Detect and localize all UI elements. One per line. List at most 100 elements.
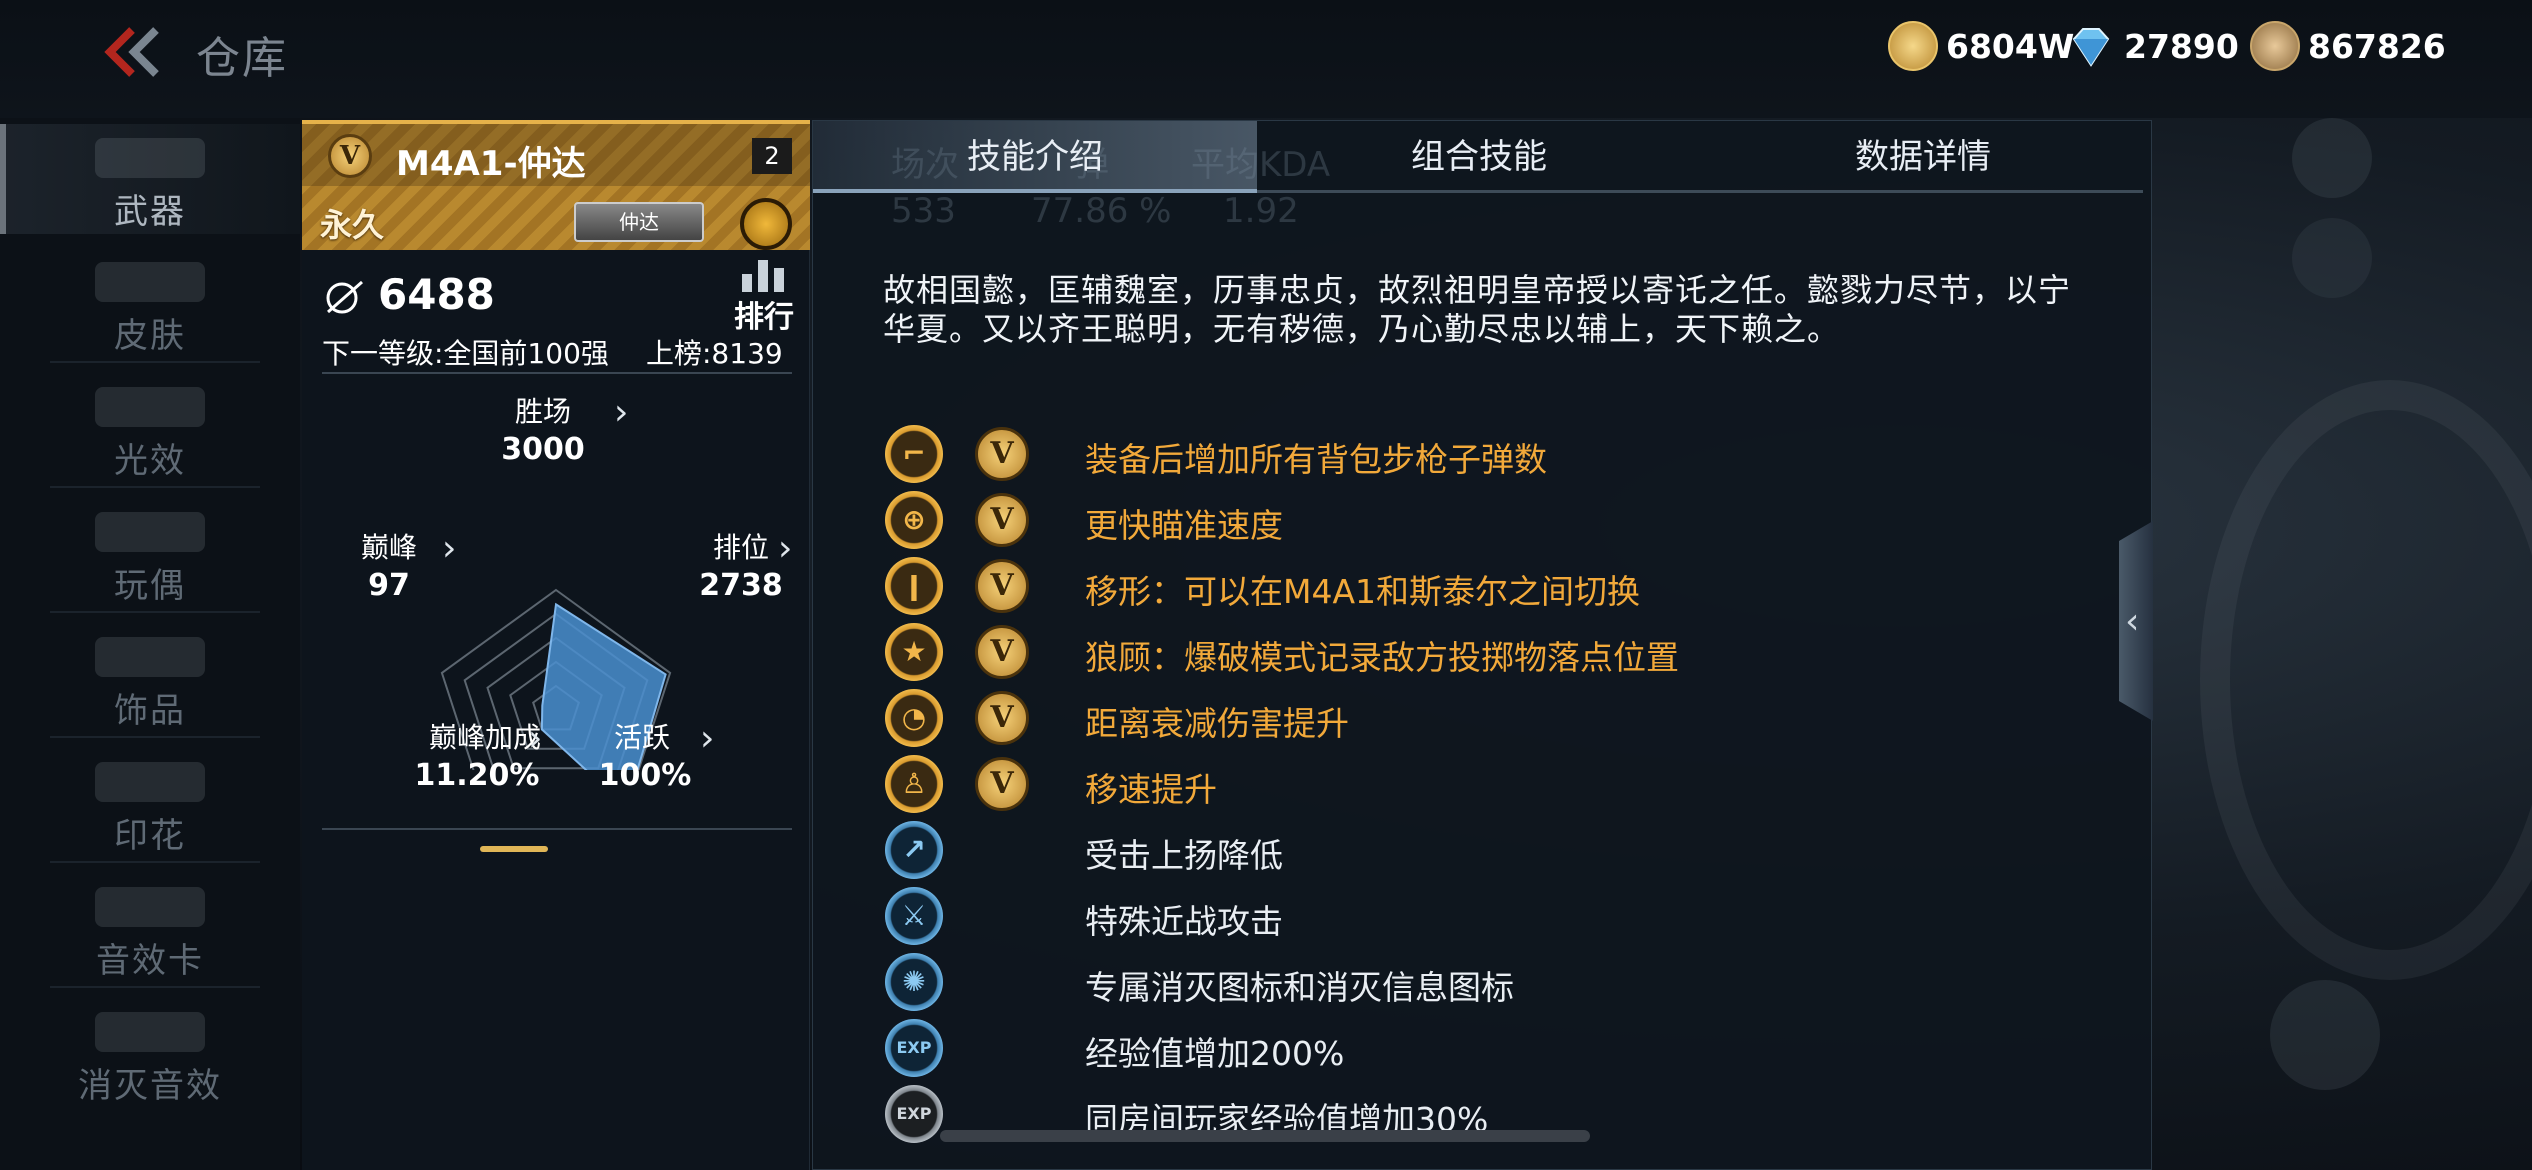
sidebar-item-label: 光效 bbox=[114, 441, 186, 481]
divider bbox=[322, 828, 792, 830]
skill-row: ⚔ 特殊近战攻击 bbox=[885, 883, 2085, 949]
chevron-right-icon[interactable]: › bbox=[700, 718, 714, 759]
weapon-score: 6488 bbox=[378, 270, 495, 319]
honor-amount: 867826 bbox=[2308, 26, 2446, 66]
score-row: 6488 排行 bbox=[322, 260, 794, 335]
skin-tag[interactable]: 仲达 bbox=[574, 202, 704, 242]
sidebar-item-decal[interactable]: 印花 bbox=[0, 748, 300, 858]
skill-row: ★ V 狼顾：爆破模式记录敌方投掷物落点位置 bbox=[885, 619, 2085, 685]
stat-label-win[interactable]: 胜场 bbox=[488, 394, 598, 430]
stat-value-active: 100% bbox=[598, 758, 692, 793]
v-badge-icon: V bbox=[975, 427, 1029, 481]
settings-icon[interactable] bbox=[2292, 118, 2372, 198]
gold-currency[interactable]: 6804W bbox=[1888, 18, 2074, 74]
exp-icon: EXP bbox=[885, 1019, 943, 1077]
skill-text: 狼顾：爆破模式记录敌方投掷物落点位置 bbox=[1085, 638, 1679, 677]
crosshair-icon: ⊕ bbox=[885, 491, 943, 549]
weapon-score-icon bbox=[326, 280, 363, 314]
sidebar-item-label: 皮肤 bbox=[114, 316, 186, 356]
skill-row: ǀ V 移形：可以在M4A1和斯泰尔之间切换 bbox=[885, 553, 2085, 619]
sidebar-item-sound-card[interactable]: 音效卡 bbox=[0, 873, 300, 983]
rank-button[interactable]: 排行 bbox=[734, 258, 794, 335]
sidebar-item-label: 印花 bbox=[114, 816, 186, 856]
rank-bars-icon bbox=[742, 260, 784, 292]
divider bbox=[50, 486, 260, 488]
stat-value-peak: 97 bbox=[368, 568, 410, 603]
sidebar-item-kill-sound[interactable]: 消灭音效 bbox=[0, 998, 300, 1108]
honor-currency[interactable]: 867826 bbox=[2250, 18, 2446, 74]
chevron-left-icon: ‹ bbox=[2125, 601, 2140, 642]
kill-sound-icon bbox=[95, 1012, 205, 1052]
doll-icon bbox=[95, 512, 205, 552]
stat-label-peak[interactable]: 巅峰 bbox=[344, 530, 434, 566]
star-icon: ★ bbox=[885, 623, 943, 681]
divider bbox=[50, 986, 260, 988]
skill-text: 距离衰减伤害提升 bbox=[1085, 704, 1349, 743]
v-badge-icon: V bbox=[975, 625, 1029, 679]
divider bbox=[322, 372, 792, 374]
sidebar-item-effect[interactable]: 光效 bbox=[0, 373, 300, 483]
aim-icon[interactable] bbox=[2270, 980, 2380, 1090]
skill-text: 特殊近战攻击 bbox=[1085, 902, 1283, 941]
tab-skill-intro[interactable]: 技能介绍 bbox=[813, 121, 1257, 193]
sidebar-item-skin[interactable]: 皮肤 bbox=[0, 248, 300, 358]
skill-text: 移速提升 bbox=[1085, 770, 1217, 809]
divider bbox=[50, 861, 260, 863]
diamond-currency[interactable]: 27890 bbox=[2066, 18, 2239, 74]
back-button[interactable] bbox=[100, 22, 170, 82]
accessory-icon bbox=[95, 637, 205, 677]
diamond-icon bbox=[2072, 28, 2110, 67]
stat-value-rank: 2738 bbox=[699, 568, 783, 603]
range-icon: ◔ bbox=[885, 689, 943, 747]
rank-label: 排行 bbox=[734, 300, 794, 335]
speaker-icon bbox=[95, 887, 205, 927]
tab-data-details[interactable]: 数据详情 bbox=[1701, 121, 2145, 193]
transform-icon: ǀ bbox=[885, 557, 943, 615]
divider bbox=[50, 736, 260, 738]
stat-label-active[interactable]: 活跃 bbox=[602, 720, 682, 756]
v-badge-icon: V bbox=[975, 691, 1029, 745]
weapon-icon bbox=[95, 138, 205, 178]
weapon-level: 2 bbox=[752, 138, 792, 174]
chevron-right-icon[interactable]: › bbox=[614, 392, 628, 433]
sidebar-item-label: 玩偶 bbox=[114, 566, 186, 606]
back-arrow-icon bbox=[104, 27, 159, 77]
horizontal-scrollbar[interactable] bbox=[940, 1130, 1590, 1142]
weapon-description: 故相国懿，匡辅魏室，历事忠贞，故烈祖明皇帝授以寄讬之任。懿戮力尽节，以宁华夏。又… bbox=[883, 271, 2072, 348]
ghost-value-kda: 1.92 bbox=[1223, 191, 1299, 231]
first-person-icon[interactable] bbox=[2292, 218, 2372, 298]
tab-combo-skill[interactable]: 组合技能 bbox=[1257, 121, 1701, 193]
sidebar-item-accessory[interactable]: 饰品 bbox=[0, 623, 300, 733]
collapse-panel-button[interactable]: ‹ bbox=[2119, 521, 2153, 721]
chevron-right-icon[interactable]: › bbox=[778, 528, 792, 569]
running-man-icon: ♙ bbox=[885, 755, 943, 813]
skill-row: ⌐ V 装备后增加所有背包步枪子弹数 bbox=[885, 421, 2085, 487]
sidebar-item-weapon[interactable]: 武器 bbox=[0, 124, 300, 234]
v-badge-icon: V bbox=[975, 493, 1029, 547]
duration-label: 永久 bbox=[320, 206, 385, 244]
weapon-info-card: V M4A1-仲达 2 永久 仲达 6488 排行 下一等级:全国前100强 上… bbox=[302, 120, 810, 1170]
rifle-icon: ⌐ bbox=[885, 425, 943, 483]
top-bar: 仓库 6804W 27890 867826 bbox=[0, 0, 2532, 118]
medal-icon[interactable] bbox=[740, 198, 792, 250]
sidebar-item-label: 武器 bbox=[114, 192, 186, 232]
category-sidebar: 武器 皮肤 光效 玩偶 饰品 印花 音效卡 消灭音效 bbox=[0, 118, 300, 1170]
skill-text: 经验值增加200% bbox=[1085, 1034, 1345, 1073]
sidebar-item-doll[interactable]: 玩偶 bbox=[0, 498, 300, 608]
weapon-name: M4A1-仲达 bbox=[396, 144, 586, 184]
gold-amount: 6804W bbox=[1946, 26, 2075, 66]
skill-text: 专属消灭图标和消灭信息图标 bbox=[1085, 968, 1514, 1007]
divider bbox=[50, 611, 260, 613]
skill-row: ◔ V 距离衰减伤害提升 bbox=[885, 685, 2085, 751]
skill-text: 受击上扬降低 bbox=[1085, 836, 1283, 875]
weapon-header: V M4A1-仲达 2 永久 仲达 bbox=[302, 120, 810, 250]
chevron-right-icon[interactable]: › bbox=[442, 528, 456, 569]
v-badge-icon: V bbox=[328, 134, 372, 178]
skill-row: ♙ V 移速提升 bbox=[885, 751, 2085, 817]
page-indicator bbox=[480, 846, 548, 852]
skill-text: 移形：可以在M4A1和斯泰尔之间切换 bbox=[1085, 572, 1641, 611]
exp-room-icon: EXP bbox=[885, 1085, 943, 1143]
skill-row: ⊕ V 更快瞄准速度 bbox=[885, 487, 2085, 553]
chevron-right-icon[interactable]: › bbox=[528, 718, 542, 759]
v-badge-icon: V bbox=[975, 559, 1029, 613]
